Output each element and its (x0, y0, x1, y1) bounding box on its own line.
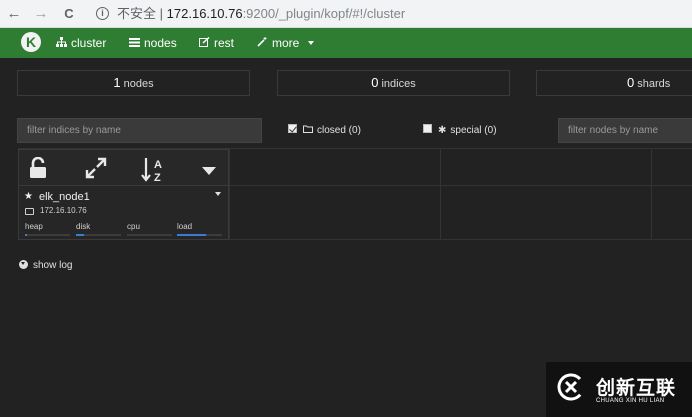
watermark-en: CHUANG XIN HU LIAN (596, 398, 665, 404)
info-icon[interactable]: i (96, 7, 109, 20)
nav-more[interactable]: more (257, 28, 314, 58)
url-text: 不安全 | 172.16.10.76:9200/_plugin/kopf/#!/… (117, 5, 405, 23)
browser-toolbar: ← → C i 不安全 | 172.16.10.76:9200/_plugin/… (0, 0, 692, 28)
closed-checkbox[interactable]: closed (0) (288, 124, 361, 138)
indices-count: 0 (371, 75, 379, 90)
grid-col-line-3 (651, 148, 652, 240)
sitemap-icon (56, 29, 67, 59)
watermark-logo-icon (557, 373, 585, 401)
watermark-cn: 创新互联 (596, 377, 677, 399)
nav-cluster[interactable]: cluster (56, 28, 106, 58)
nav-nodes-label: nodes (144, 36, 177, 50)
sort-alpha-icon[interactable]: AZ (141, 157, 167, 184)
nav-rest-label: rest (214, 36, 235, 50)
node-menu-caret-icon[interactable] (215, 192, 221, 196)
disk-metric: disk (76, 222, 121, 236)
load-metric: load (177, 222, 222, 236)
master-star-icon: ★ (24, 191, 33, 202)
nav-rest[interactable]: rest (199, 28, 234, 58)
nav-nodes[interactable]: nodes (129, 28, 177, 58)
unlock-icon[interactable] (29, 156, 53, 181)
chevron-circle-down-icon (19, 260, 28, 269)
grid-col-line-2 (440, 148, 441, 240)
chevron-down-icon (307, 41, 314, 45)
node-name: elk_node1 (39, 191, 90, 203)
nodes-stat: 1 nodes (17, 70, 250, 96)
list-icon (129, 29, 140, 59)
indices-stat-label: indices (381, 78, 416, 90)
shards-stat-label: shards (637, 78, 671, 90)
nodes-stat-label: nodes (123, 78, 154, 90)
cluster-toolbar: AZ (18, 149, 229, 186)
grid-col-line-1 (229, 148, 230, 240)
asterisk-icon: ✱ (438, 125, 447, 136)
node-card[interactable]: ★ elk_node1 172.16.10.76 heap disk cpu l… (18, 186, 229, 240)
disk-bar (76, 234, 121, 236)
special-check-box[interactable] (423, 124, 432, 133)
forward-button[interactable]: → (31, 4, 51, 24)
load-label: load (177, 222, 193, 231)
magic-icon (257, 29, 268, 59)
address-bar[interactable]: i 不安全 | 172.16.10.76:9200/_plugin/kopf/#… (90, 3, 692, 25)
nodes-count: 1 (113, 75, 121, 90)
nav-more-label: more (272, 36, 300, 50)
url-path: :9200/_plugin/kopf/#!/cluster (242, 6, 406, 21)
special-label: special (0) (450, 125, 497, 136)
show-log-toggle[interactable]: show log (19, 260, 72, 271)
server-icon (25, 208, 34, 215)
back-button[interactable]: ← (4, 4, 24, 24)
grid-bottom-line (229, 239, 692, 240)
cpu-bar (127, 234, 172, 236)
closed-label: closed (0) (317, 125, 361, 136)
heap-bar-fill (25, 234, 27, 236)
indices-stat: 0 indices (277, 70, 510, 96)
load-bar (177, 234, 222, 236)
shards-count: 0 (627, 75, 635, 90)
edit-icon (199, 29, 210, 59)
svg-text:A: A (154, 159, 162, 171)
closed-check-box[interactable] (288, 124, 297, 133)
grid-header-line (229, 185, 692, 186)
watermark: 创新互联 CHUANG XIN HU LIAN (546, 362, 692, 417)
shards-stat: 0 shards (536, 70, 692, 96)
disk-bar-fill (76, 234, 85, 236)
node-ip: 172.16.10.76 (40, 206, 87, 215)
cpu-label: cpu (127, 222, 140, 231)
kopf-logo[interactable]: K (21, 32, 41, 52)
cpu-metric: cpu (127, 222, 172, 236)
filter-indices-input[interactable]: filter indices by name (17, 118, 262, 143)
expand-icon[interactable] (85, 157, 109, 181)
load-bar-fill (177, 234, 207, 236)
url-host: 172.16.10.76 (166, 6, 243, 21)
show-log-label: show log (33, 260, 73, 271)
nav-cluster-label: cluster (71, 36, 107, 50)
special-checkbox[interactable]: ✱ special (0) (423, 124, 497, 138)
url-separator: | (159, 6, 164, 21)
disk-label: disk (76, 222, 91, 231)
app-navbar: K cluster nodes rest more (0, 28, 692, 58)
svg-text:Z: Z (154, 172, 161, 183)
folder-icon (303, 125, 313, 136)
filter-nodes-input[interactable]: filter nodes by name (558, 118, 692, 143)
heap-bar (25, 234, 70, 236)
reload-button[interactable]: C (59, 4, 79, 24)
heap-metric: heap (25, 222, 70, 236)
caret-down-icon[interactable] (201, 163, 217, 175)
security-label: 不安全 (117, 6, 157, 21)
heap-label: heap (25, 222, 43, 231)
